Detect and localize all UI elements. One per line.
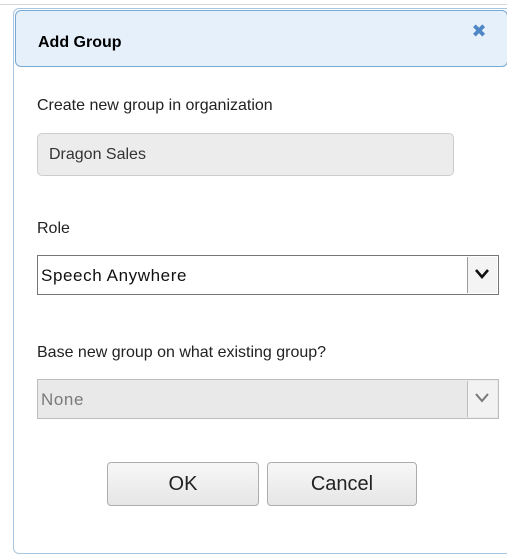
organization-label: Create new group in organization (37, 97, 273, 114)
ok-button[interactable]: OK (107, 462, 259, 506)
chevron-down-icon (475, 393, 489, 403)
base-group-selected-value: None (41, 390, 85, 409)
dialog-title: Add Group (38, 34, 122, 51)
organization-field: Dragon Sales (37, 133, 454, 176)
add-group-dialog: Add Group ✖ Create new group in organiza… (13, 8, 507, 554)
role-dropdown-button[interactable] (467, 257, 497, 293)
role-selected-value: Speech Anywhere (41, 266, 188, 285)
base-group-dropdown-button[interactable] (467, 381, 497, 417)
page-top-divider (0, 4, 507, 5)
base-group-label: Base new group on what existing group? (37, 344, 327, 361)
role-select[interactable]: Speech Anywhere (37, 255, 499, 295)
chevron-down-icon (475, 269, 489, 279)
dialog-titlebar: Add Group ✖ (15, 10, 507, 67)
cancel-button[interactable]: Cancel (267, 462, 417, 506)
base-group-select[interactable]: None (37, 379, 499, 419)
close-icon[interactable]: ✖ (470, 22, 488, 40)
role-label: Role (37, 220, 70, 237)
